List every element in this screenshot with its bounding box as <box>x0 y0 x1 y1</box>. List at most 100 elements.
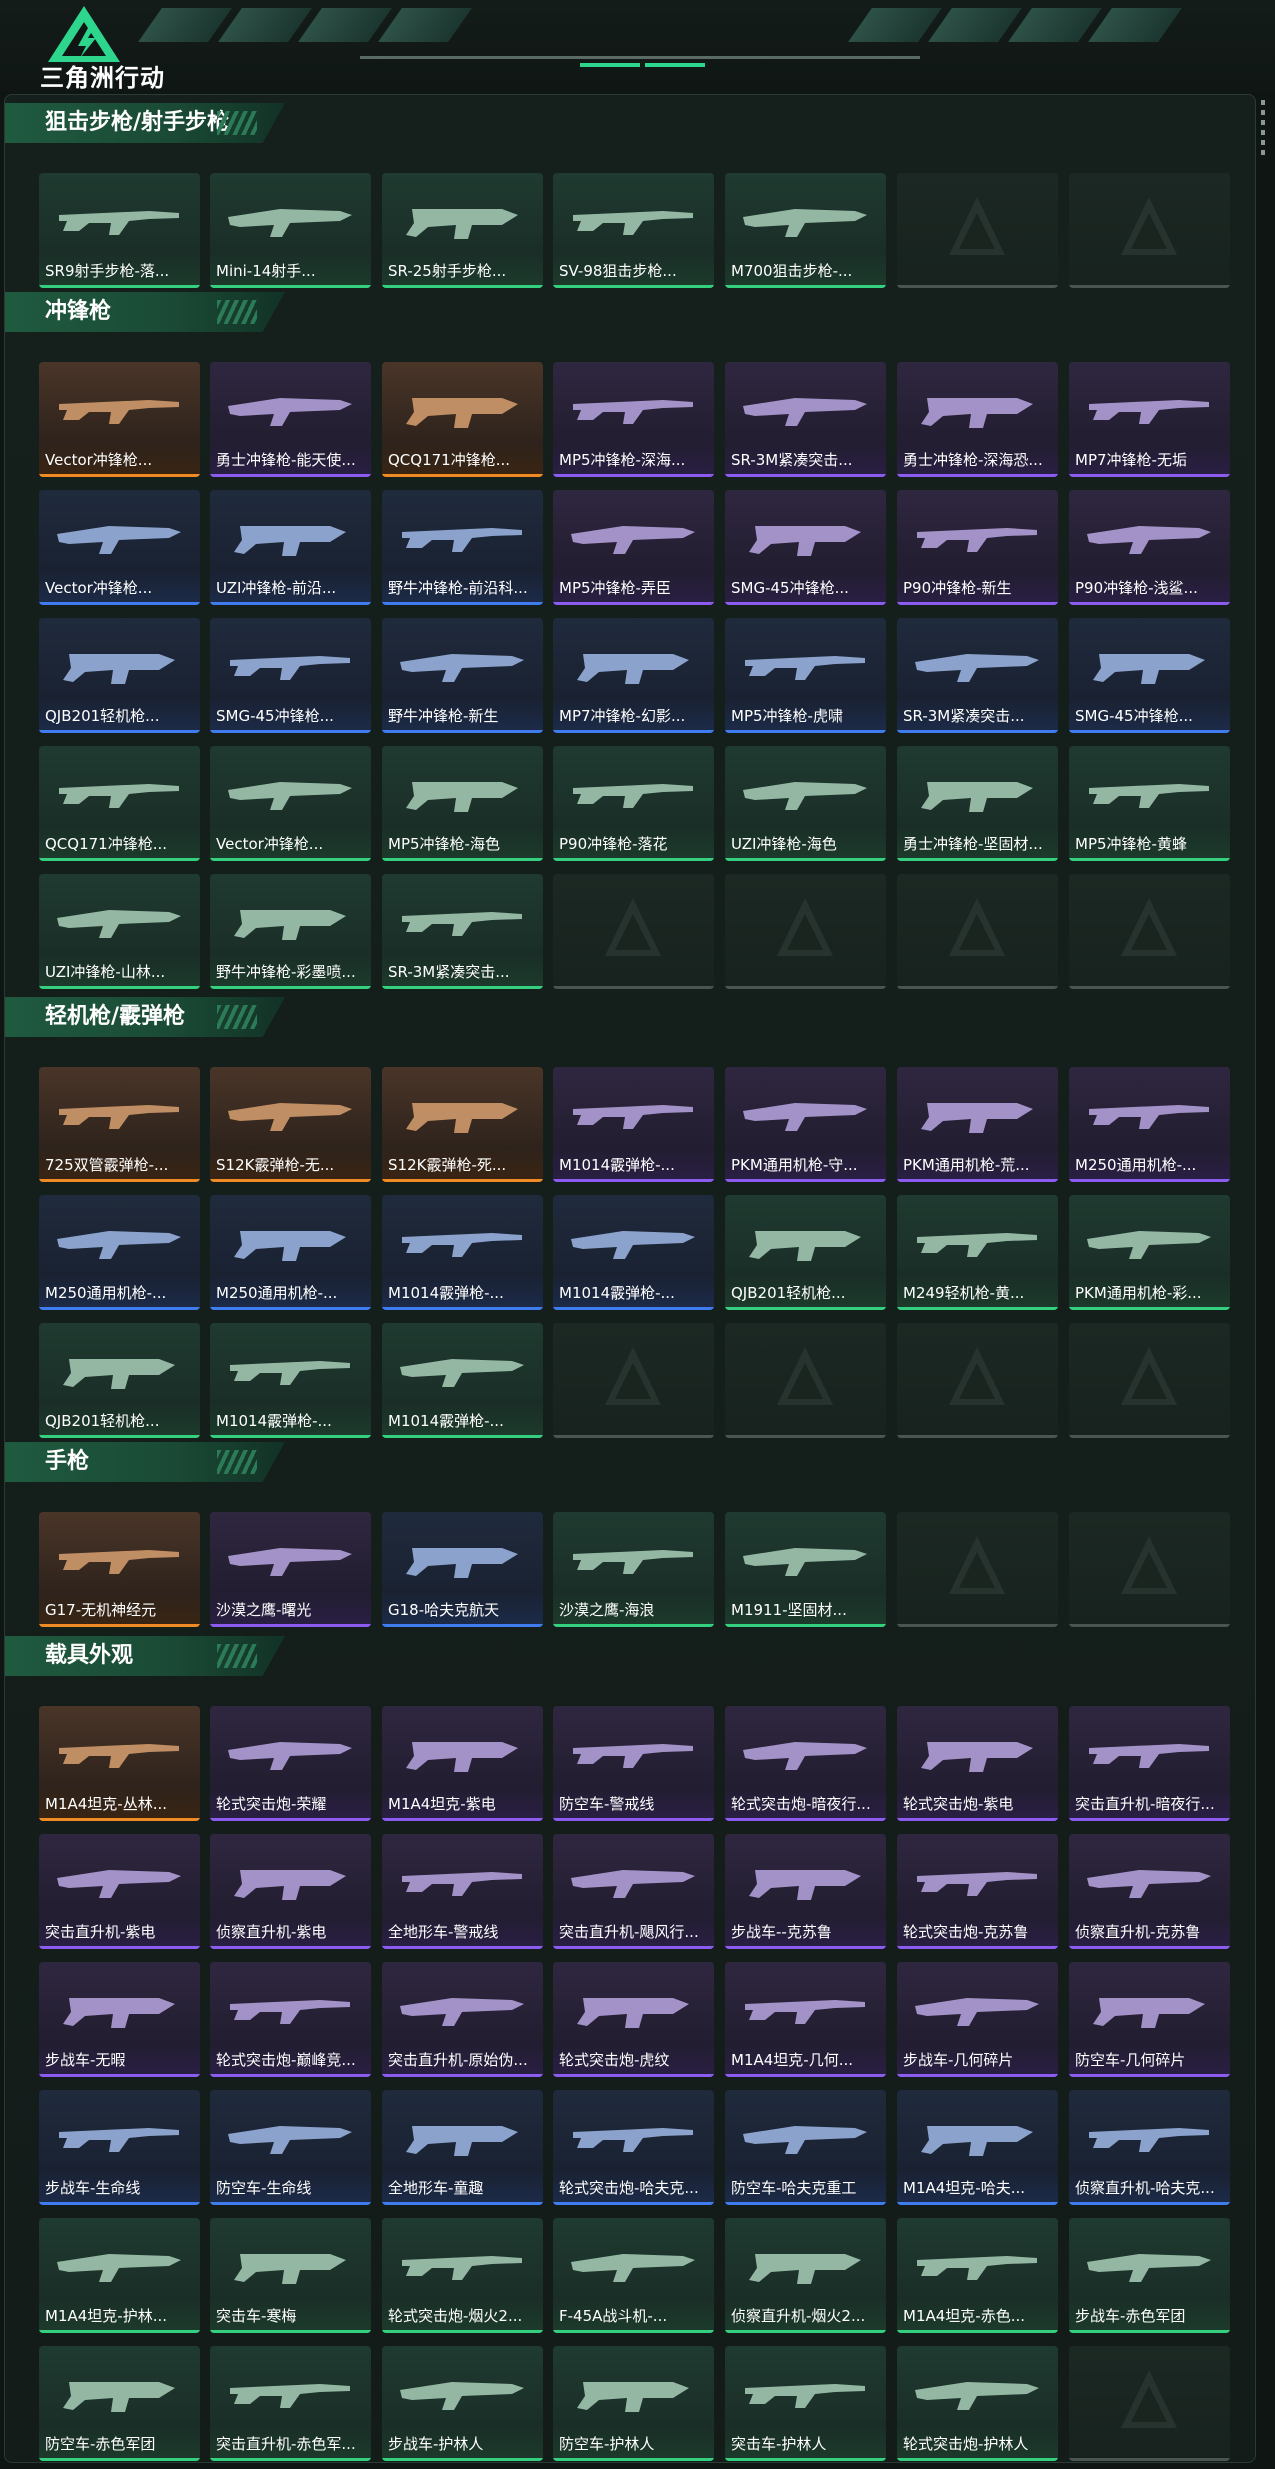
item-card[interactable]: G18-哈夫克航天 <box>382 1512 543 1627</box>
item-card[interactable]: M1014霰弹枪-... <box>553 1067 714 1182</box>
item-card[interactable]: 野牛冲锋枪-新生 <box>382 618 543 733</box>
item-card[interactable]: 全地形车-警戒线 <box>382 1834 543 1949</box>
item-card[interactable]: M1014霰弹枪-... <box>553 1195 714 1310</box>
item-card[interactable]: 突击直升机-暗夜行... <box>1069 1706 1230 1821</box>
item-card[interactable]: 轮式突击炮-暗夜行... <box>725 1706 886 1821</box>
item-card[interactable]: 勇士冲锋枪-坚固材... <box>897 746 1058 861</box>
item-card[interactable]: PKM通用机枪-彩... <box>1069 1195 1230 1310</box>
item-card[interactable]: QJB201轻机枪... <box>39 618 200 733</box>
item-card[interactable]: SR-3M紧凑突击... <box>897 618 1058 733</box>
item-card[interactable]: SV-98狙击步枪... <box>553 173 714 288</box>
item-card[interactable]: SMG-45冲锋枪... <box>725 490 886 605</box>
item-card[interactable]: M250通用机枪-... <box>39 1195 200 1310</box>
item-card[interactable]: 防空车-护林人 <box>553 2346 714 2461</box>
item-card[interactable]: 勇士冲锋枪-能天使... <box>210 362 371 477</box>
item-card[interactable]: M1A4坦克-哈夫... <box>897 2090 1058 2205</box>
item-card[interactable]: 轮式突击炮-烟火2... <box>382 2218 543 2333</box>
item-card[interactable]: SR-25射手步枪... <box>382 173 543 288</box>
item-card[interactable]: M250通用机枪-... <box>1069 1067 1230 1182</box>
item-card[interactable]: M249轻机枪-黄... <box>897 1195 1058 1310</box>
item-card[interactable]: M1A4坦克-赤色... <box>897 2218 1058 2333</box>
item-card[interactable]: G17-无机神经元 <box>39 1512 200 1627</box>
item-card[interactable]: SR9射手步枪-落... <box>39 173 200 288</box>
item-card[interactable]: M700狙击步枪-... <box>725 173 886 288</box>
item-card[interactable]: P90冲锋枪-浅鲨... <box>1069 490 1230 605</box>
item-card[interactable]: 步战车-几何碎片 <box>897 1962 1058 2077</box>
item-card[interactable]: 侦察直升机-哈夫克... <box>1069 2090 1230 2205</box>
item-card[interactable]: 步战车-赤色军团 <box>1069 2218 1230 2333</box>
item-card[interactable]: 轮式突击炮-克苏鲁 <box>897 1834 1058 1949</box>
item-card[interactable]: SR-3M紧凑突击... <box>725 362 886 477</box>
item-card[interactable]: Vector冲锋枪... <box>210 746 371 861</box>
item-card[interactable]: M1A4坦克-护林... <box>39 2218 200 2333</box>
item-card[interactable]: MP5冲锋枪-弄臣 <box>553 490 714 605</box>
item-card[interactable]: MP5冲锋枪-海色 <box>382 746 543 861</box>
item-card[interactable]: PKM通用机枪-守... <box>725 1067 886 1182</box>
item-card[interactable]: UZI冲锋枪-前沿... <box>210 490 371 605</box>
item-card[interactable]: S12K霰弹枪-死... <box>382 1067 543 1182</box>
item-card[interactable]: 突击车-寒梅 <box>210 2218 371 2333</box>
item-card[interactable]: UZI冲锋枪-海色 <box>725 746 886 861</box>
item-card[interactable]: M250通用机枪-... <box>210 1195 371 1310</box>
item-card[interactable]: MP7冲锋枪-无垢 <box>1069 362 1230 477</box>
item-card[interactable]: 轮式突击炮-紫电 <box>897 1706 1058 1821</box>
item-card[interactable]: M1014霰弹枪-... <box>210 1323 371 1438</box>
item-card[interactable]: 步战车-生命线 <box>39 2090 200 2205</box>
item-card[interactable]: QJB201轻机枪... <box>725 1195 886 1310</box>
item-card[interactable]: UZI冲锋枪-山林... <box>39 874 200 989</box>
item-card[interactable]: 步战车--克苏鲁 <box>725 1834 886 1949</box>
item-card[interactable]: Vector冲锋枪... <box>39 362 200 477</box>
item-card[interactable]: S12K霰弹枪-无... <box>210 1067 371 1182</box>
item-card[interactable]: 勇士冲锋枪-深海恐... <box>897 362 1058 477</box>
item-card[interactable]: M1A4坦克-丛林... <box>39 1706 200 1821</box>
item-card[interactable]: 轮式突击炮-护林人 <box>897 2346 1058 2461</box>
item-card[interactable]: 全地形车-童趣 <box>382 2090 543 2205</box>
item-card[interactable]: M1A4坦克-紫电 <box>382 1706 543 1821</box>
item-card[interactable]: M1911-坚固材... <box>725 1512 886 1627</box>
item-card[interactable]: 轮式突击炮-虎纹 <box>553 1962 714 2077</box>
item-card[interactable]: M1014霰弹枪-... <box>382 1195 543 1310</box>
item-card[interactable]: 步战车-护林人 <box>382 2346 543 2461</box>
item-card[interactable]: 步战车-无暇 <box>39 1962 200 2077</box>
item-card[interactable]: M1A4坦克-几何... <box>725 1962 886 2077</box>
item-card[interactable]: QJB201轻机枪... <box>39 1323 200 1438</box>
item-card[interactable]: 轮式突击炮-哈夫克... <box>553 2090 714 2205</box>
item-card[interactable]: 侦察直升机-紫电 <box>210 1834 371 1949</box>
item-card[interactable]: 野牛冲锋枪-彩墨喷... <box>210 874 371 989</box>
item-card[interactable]: Vector冲锋枪... <box>39 490 200 605</box>
item-card[interactable]: 沙漠之鹰-曙光 <box>210 1512 371 1627</box>
item-card[interactable]: 突击直升机-赤色军... <box>210 2346 371 2461</box>
item-card[interactable]: SMG-45冲锋枪... <box>1069 618 1230 733</box>
item-card[interactable]: 突击车-护林人 <box>725 2346 886 2461</box>
item-card[interactable]: 突击直升机-紫电 <box>39 1834 200 1949</box>
item-card[interactable]: 轮式突击炮-巅峰竞... <box>210 1962 371 2077</box>
item-card[interactable]: MP7冲锋枪-幻影... <box>553 618 714 733</box>
item-card[interactable]: 突击直升机-原始伪... <box>382 1962 543 2077</box>
item-card[interactable]: 轮式突击炮-荣耀 <box>210 1706 371 1821</box>
item-card[interactable]: MP5冲锋枪-黄蜂 <box>1069 746 1230 861</box>
item-card[interactable]: MP5冲锋枪-虎啸 <box>725 618 886 733</box>
item-card[interactable]: 防空车-哈夫克重工 <box>725 2090 886 2205</box>
item-card[interactable]: MP5冲锋枪-深海... <box>553 362 714 477</box>
item-card[interactable]: Mini-14射手... <box>210 173 371 288</box>
item-card[interactable]: 沙漠之鹰-海浪 <box>553 1512 714 1627</box>
item-card[interactable]: F-45A战斗机-... <box>553 2218 714 2333</box>
item-card[interactable]: 防空车-赤色军团 <box>39 2346 200 2461</box>
item-card[interactable]: 防空车-生命线 <box>210 2090 371 2205</box>
item-card[interactable]: 侦察直升机-烟火2... <box>725 2218 886 2333</box>
item-card[interactable]: M1014霰弹枪-... <box>382 1323 543 1438</box>
item-card[interactable]: QCQ171冲锋枪... <box>39 746 200 861</box>
item-card[interactable]: P90冲锋枪-落花 <box>553 746 714 861</box>
item-card[interactable]: 野牛冲锋枪-前沿科... <box>382 490 543 605</box>
item-card[interactable]: SMG-45冲锋枪... <box>210 618 371 733</box>
item-card[interactable]: 防空车-警戒线 <box>553 1706 714 1821</box>
item-card[interactable]: P90冲锋枪-新生 <box>897 490 1058 605</box>
item-card[interactable]: PKM通用机枪-荒... <box>897 1067 1058 1182</box>
item-card[interactable]: 725双管霰弹枪-... <box>39 1067 200 1182</box>
item-card[interactable]: 突击直升机-飓风行... <box>553 1834 714 1949</box>
item-card[interactable]: 侦察直升机-克苏鲁 <box>1069 1834 1230 1949</box>
scrollbar-handle[interactable] <box>1261 100 1265 160</box>
item-card[interactable]: QCQ171冲锋枪... <box>382 362 543 477</box>
item-card[interactable]: SR-3M紧凑突击... <box>382 874 543 989</box>
item-card[interactable]: 防空车-几何碎片 <box>1069 1962 1230 2077</box>
